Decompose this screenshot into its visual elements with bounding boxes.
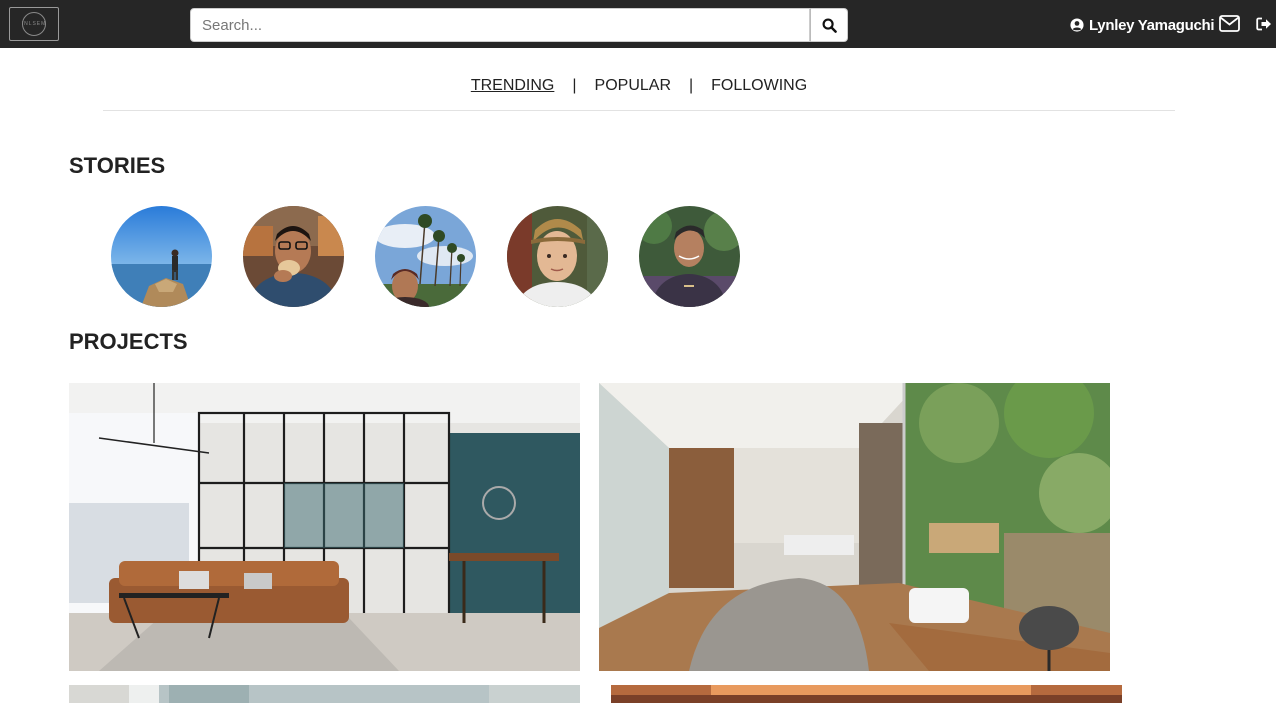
tab-separator: |: [689, 77, 694, 94]
messages-button[interactable]: [1219, 15, 1240, 37]
brand-logo[interactable]: INLSEM: [9, 7, 59, 41]
search-icon: [822, 18, 837, 33]
project-card-1[interactable]: [69, 383, 580, 671]
story-photo: [111, 206, 212, 307]
story-avatar-2[interactable]: [243, 206, 344, 307]
project-image: [69, 685, 580, 703]
envelope-icon: [1219, 15, 1240, 32]
search-bar: [190, 8, 848, 42]
story-photo: [507, 206, 608, 307]
logo-camera-icon: INLSEM: [22, 12, 46, 36]
project-card-2[interactable]: [599, 383, 1110, 671]
story-avatar-5[interactable]: [639, 206, 740, 307]
story-photo: [243, 206, 344, 307]
project-card-4[interactable]: [611, 685, 1122, 703]
story-photo: [639, 206, 740, 307]
project-card-3[interactable]: [69, 685, 580, 703]
logout-button[interactable]: [1256, 17, 1272, 36]
user-circle-icon: [1070, 18, 1084, 32]
sign-out-icon: [1256, 17, 1271, 31]
project-image: [599, 383, 1110, 671]
user-profile-link[interactable]: Lynley Yamaguchi: [1070, 14, 1215, 36]
project-image: [611, 685, 1122, 703]
tab-popular[interactable]: POPULAR: [595, 68, 671, 95]
tab-trending[interactable]: TRENDING: [471, 68, 555, 95]
top-navbar: INLSEM Lynley Yamaguchi: [0, 0, 1276, 48]
tab-following[interactable]: FOLLOWING: [711, 68, 807, 95]
logo-text: INLSEM: [21, 21, 47, 27]
stories-heading: STORIES: [69, 153, 166, 178]
project-image: [69, 383, 580, 671]
projects-heading: PROJECTS: [69, 329, 188, 354]
user-name: Lynley Yamaguchi: [1089, 16, 1215, 34]
story-avatar-1[interactable]: [111, 206, 212, 307]
story-photo: [375, 206, 476, 307]
tab-separator: |: [572, 77, 577, 94]
search-button[interactable]: [810, 8, 848, 42]
feed-tabs: TRENDING | POPULAR | FOLLOWING: [103, 68, 1175, 111]
story-avatar-3[interactable]: [375, 206, 476, 307]
search-input[interactable]: [190, 8, 810, 42]
story-avatar-4[interactable]: [507, 206, 608, 307]
